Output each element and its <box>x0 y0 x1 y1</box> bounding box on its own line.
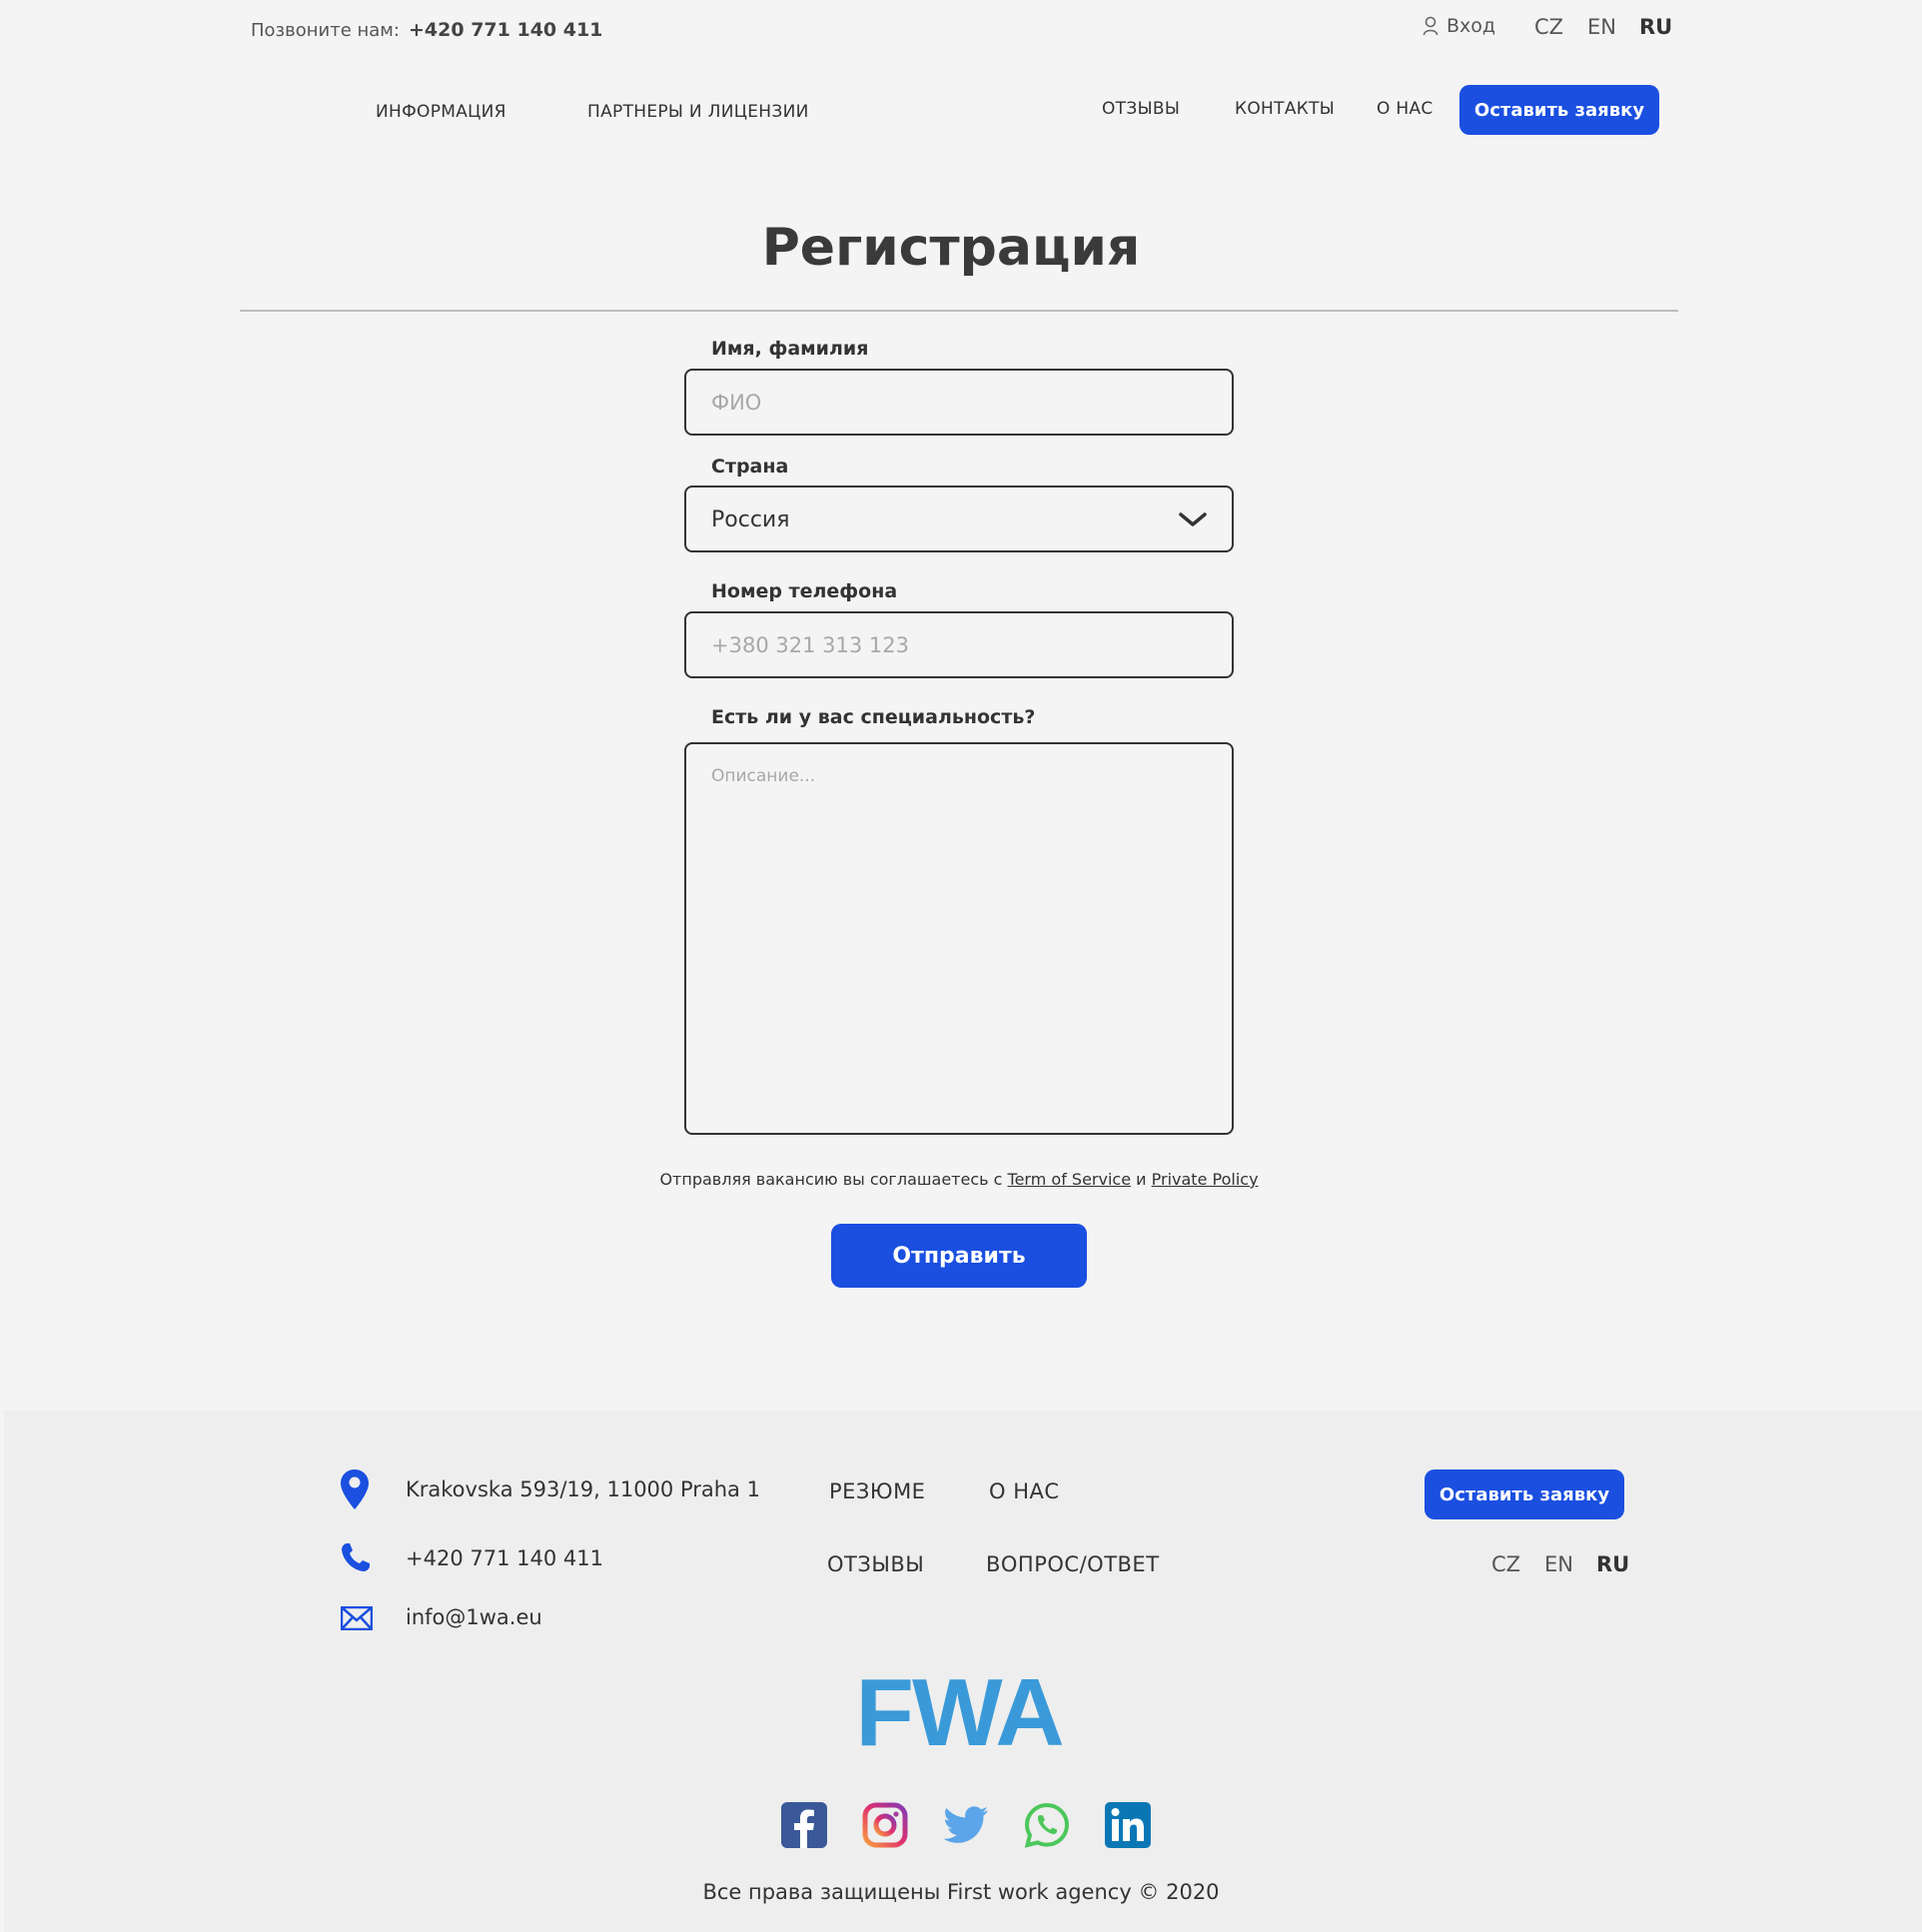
footer-nav-about[interactable]: О НАС <box>989 1479 1060 1503</box>
privacy-link[interactable]: Private Policy <box>1152 1170 1259 1189</box>
title-divider <box>240 310 1678 312</box>
footer-nav-resume[interactable]: РЕЗЮМЕ <box>829 1479 925 1503</box>
consent-label: Отправляя вакансию вы соглашаетесь с <box>659 1170 1003 1189</box>
instagram-icon[interactable] <box>862 1802 908 1848</box>
logo: FWA <box>855 1659 1064 1766</box>
linkedin-icon[interactable] <box>1105 1802 1151 1848</box>
lang-en[interactable]: EN <box>1587 15 1616 39</box>
footer-lang-en[interactable]: EN <box>1544 1552 1573 1576</box>
phone-label: Номер телефона <box>711 580 898 602</box>
footer-cta-button[interactable]: Оставить заявку <box>1425 1469 1624 1519</box>
copyright: Все права защищены First work agency © 2… <box>702 1880 1220 1904</box>
country-select-value: Россия <box>711 507 790 532</box>
lang-ru[interactable]: RU <box>1639 15 1672 39</box>
nav-item-contacts[interactable]: КОНТАКТЫ <box>1235 99 1335 119</box>
nav-item-partners[interactable]: ПАРТНЕРЫ И ЛИЦЕНЗИИ <box>587 102 809 122</box>
top-bar: Позвоните нам: +420 771 140 411 Вход CZ … <box>0 0 1922 58</box>
twitter-icon[interactable] <box>943 1802 989 1848</box>
footer-nav-faq[interactable]: ВОПРОС/ОТВЕТ <box>986 1552 1160 1576</box>
footer-phone[interactable]: +420 771 140 411 <box>406 1546 603 1570</box>
specialty-textarea[interactable] <box>684 742 1234 1135</box>
user-icon <box>1423 16 1439 36</box>
footer-lang-ru[interactable]: RU <box>1596 1552 1629 1576</box>
specialty-label: Есть ли у вас специальность? <box>711 706 1036 728</box>
footer-lang-cz[interactable]: CZ <box>1491 1552 1520 1576</box>
submit-button[interactable]: Отправить <box>831 1224 1087 1288</box>
page-title: Регистрация <box>761 218 1141 278</box>
lang-cz[interactable]: CZ <box>1534 15 1563 39</box>
call-label: Позвоните нам: <box>251 20 400 41</box>
nav-item-info[interactable]: ИНФОРМАЦИЯ <box>376 102 506 122</box>
terms-link[interactable]: Term of Service <box>1008 1170 1132 1189</box>
phone-icon <box>342 1543 370 1571</box>
chevron-down-icon <box>1179 512 1207 526</box>
whatsapp-icon[interactable] <box>1024 1802 1070 1848</box>
facebook-icon[interactable] <box>781 1802 827 1848</box>
location-pin-icon <box>341 1469 369 1509</box>
consent-and: и <box>1136 1170 1147 1189</box>
phone-input[interactable] <box>684 611 1234 678</box>
login-link[interactable]: Вход <box>1423 15 1495 37</box>
nav-item-reviews[interactable]: ОТЗЫВЫ <box>1102 99 1180 119</box>
country-label: Страна <box>711 456 789 478</box>
nav-item-about[interactable]: О НАС <box>1377 99 1434 119</box>
footer-address: Krakovska 593/19, 11000 Praha 1 <box>406 1477 760 1501</box>
mail-icon <box>341 1606 373 1630</box>
footer-email[interactable]: info@1wa.eu <box>406 1605 542 1629</box>
consent-text: Отправляя вакансию вы соглашаетесь с Ter… <box>0 1170 1918 1189</box>
country-select[interactable]: Россия <box>684 485 1234 552</box>
header-cta-button[interactable]: Оставить заявку <box>1459 85 1659 135</box>
call-number[interactable]: +420 771 140 411 <box>409 19 602 41</box>
footer-nav-reviews[interactable]: ОТЗЫВЫ <box>827 1552 924 1576</box>
name-input[interactable] <box>684 369 1234 436</box>
login-label: Вход <box>1446 15 1496 37</box>
name-label: Имя, фамилия <box>711 338 869 360</box>
